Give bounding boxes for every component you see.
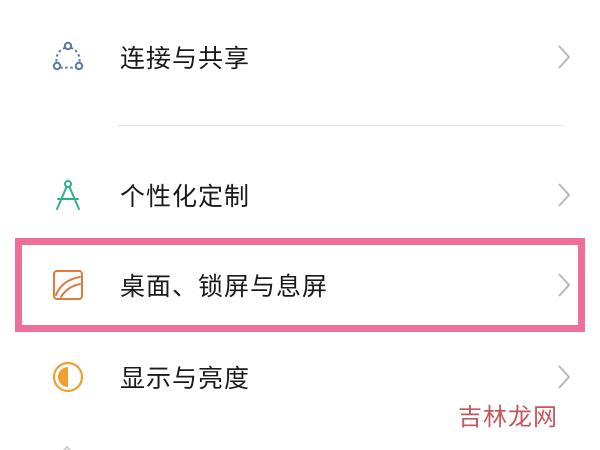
partial-next-item-icon — [58, 440, 76, 450]
chevron-right-icon — [554, 270, 574, 300]
settings-item-connection-sharing[interactable]: 连接与共享 — [0, 17, 600, 97]
settings-item-label: 显示与亮度 — [120, 364, 251, 393]
brightness-icon — [50, 359, 86, 395]
settings-item-desktop-lockscreen[interactable]: 桌面、锁屏与息屏 — [0, 245, 600, 325]
settings-screen: 连接与共享 个性化定制 桌面、锁屏与息屏 显示与亮度 吉林龙网 — [0, 0, 600, 450]
settings-item-label: 连接与共享 — [120, 44, 251, 73]
watermark: 吉林龙网 — [458, 403, 558, 431]
divider — [118, 125, 564, 126]
share-nodes-icon — [50, 39, 86, 75]
wallpaper-icon — [50, 267, 86, 303]
chevron-right-icon — [554, 362, 574, 392]
settings-item-personalization[interactable]: 个性化定制 — [0, 155, 600, 235]
chevron-right-icon — [554, 180, 574, 210]
settings-item-label: 个性化定制 — [120, 182, 251, 211]
compass-icon — [50, 177, 86, 213]
settings-item-label: 桌面、锁屏与息屏 — [120, 272, 329, 301]
chevron-right-icon — [554, 42, 574, 72]
